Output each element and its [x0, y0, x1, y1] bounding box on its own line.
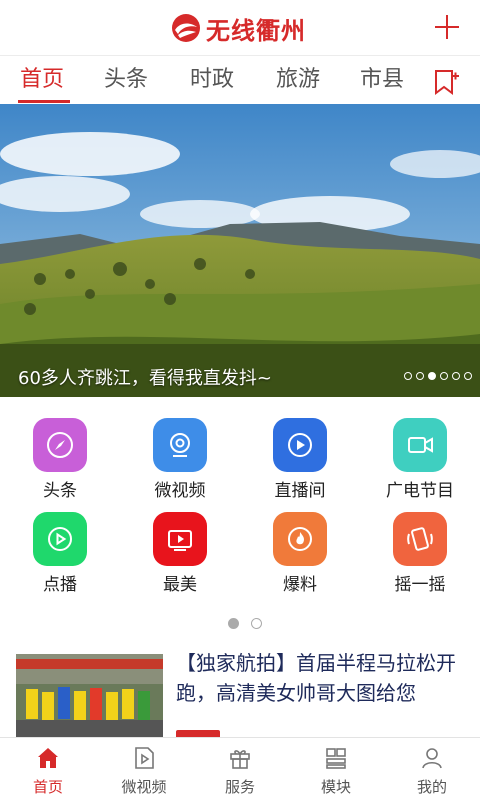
- shortcut-micro-video[interactable]: 微视频: [120, 418, 240, 502]
- carousel-indicator: [404, 372, 472, 380]
- play-icon: [33, 512, 87, 566]
- news-thumbnail: [16, 654, 163, 738]
- nav-label: 模块: [320, 778, 351, 796]
- home-icon: [38, 748, 58, 768]
- carousel-dot: [416, 372, 424, 380]
- play-circle-icon: [273, 418, 327, 472]
- nav-mine[interactable]: 我的: [384, 744, 480, 800]
- video-camera-icon: [393, 418, 447, 472]
- carousel-dot: [404, 372, 412, 380]
- shake-phone-icon: [393, 512, 447, 566]
- app-logo: 无线衢州: [170, 10, 306, 46]
- tab-counties[interactable]: 市县: [360, 64, 404, 98]
- top-bar: 无线衢州: [0, 0, 480, 56]
- nav-label: 微视频: [121, 778, 167, 796]
- carousel-dot: [452, 372, 460, 380]
- page-dot: [251, 618, 262, 629]
- compass-icon: [33, 418, 87, 472]
- user-icon: [422, 748, 442, 769]
- carousel-dot: [464, 372, 472, 380]
- banner-caption[interactable]: 60多人齐跳江，看得我直发抖~: [18, 364, 272, 390]
- banner-image: [0, 104, 480, 397]
- nav-label: 服务: [224, 778, 255, 796]
- shortcut-label: 头条: [43, 481, 77, 501]
- carousel-dot: [440, 372, 448, 380]
- brand-logo-icon: [172, 14, 200, 42]
- shortcut-most-beautiful[interactable]: 最美: [120, 512, 240, 596]
- shortcut-on-demand[interactable]: 点播: [0, 512, 120, 596]
- shortcut-headlines[interactable]: 头条: [0, 418, 120, 502]
- news-item[interactable]: 【独家航拍】首届半程马拉松开跑，高清美女帅哥大图给您: [16, 651, 464, 740]
- nav-services[interactable]: 服务: [192, 744, 288, 800]
- bottom-navigation: 首页 微视频 服务 模块 我的: [0, 737, 480, 800]
- gift-icon: [230, 750, 250, 769]
- shortcut-live[interactable]: 直播间: [240, 418, 360, 502]
- shortcut-label: 微视频: [154, 481, 206, 501]
- tab-politics[interactable]: 时政: [190, 64, 234, 98]
- grid-page-indicator: [228, 618, 262, 629]
- shortcut-label: 爆料: [283, 575, 317, 595]
- shortcut-label: 广电节目: [386, 481, 454, 501]
- news-title[interactable]: 【独家航拍】首届半程马拉松开跑，高清美女帅哥大图给您: [176, 648, 466, 708]
- bookmark-plus-icon[interactable]: [432, 68, 460, 96]
- modules-icon: [326, 748, 346, 769]
- shortcut-tip-off[interactable]: 爆料: [240, 512, 360, 596]
- carousel-dot-active: [428, 372, 436, 380]
- app-title: 无线衢州: [206, 16, 306, 45]
- shortcut-tv-programs[interactable]: 广电节目: [360, 418, 480, 502]
- camera-icon: [153, 418, 207, 472]
- shortcut-label: 直播间: [274, 481, 326, 501]
- shortcut-shake[interactable]: 摇一摇: [360, 512, 480, 596]
- nav-micro-video[interactable]: 微视频: [96, 744, 192, 800]
- tab-headlines[interactable]: 头条: [104, 64, 148, 98]
- banner-carousel[interactable]: 60多人齐跳江，看得我直发抖~: [0, 104, 480, 397]
- active-tab-indicator: [18, 100, 70, 103]
- nav-label: 我的: [416, 778, 447, 796]
- fire-icon: [273, 512, 327, 566]
- shortcut-label: 摇一摇: [394, 575, 446, 595]
- nav-modules[interactable]: 模块: [288, 744, 384, 800]
- shortcut-label: 点播: [43, 575, 77, 595]
- nav-label: 首页: [32, 778, 63, 796]
- channel-tabs: 首页 头条 时政 旅游 市县: [0, 56, 480, 104]
- shortcut-label: 最美: [163, 575, 197, 595]
- tv-play-icon: [153, 512, 207, 566]
- tab-home[interactable]: 首页: [20, 64, 64, 98]
- tab-travel[interactable]: 旅游: [276, 64, 320, 98]
- plus-icon[interactable]: [432, 12, 462, 42]
- page-dot-active: [228, 618, 239, 629]
- nav-home[interactable]: 首页: [0, 744, 96, 800]
- video-file-icon: [135, 747, 154, 769]
